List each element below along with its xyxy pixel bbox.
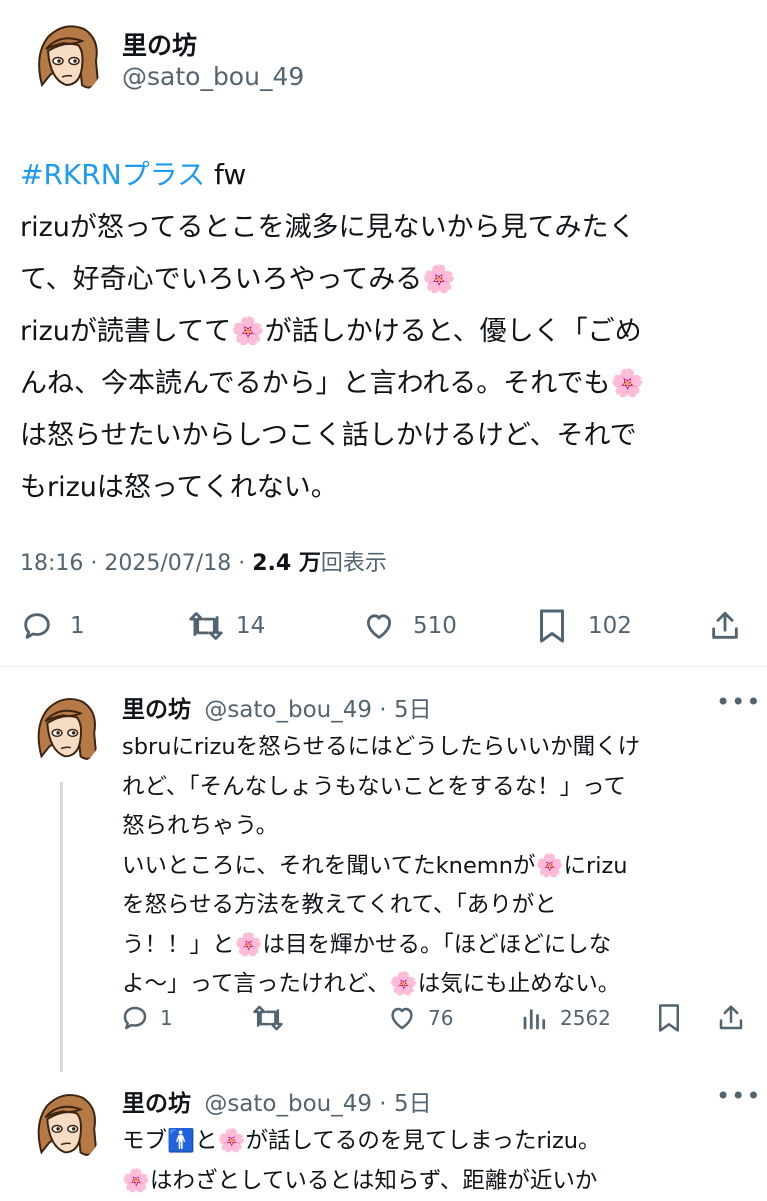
reply-header: 里の坊 @sato_bou_49 · 5日 xyxy=(122,1084,432,1118)
view-label: 回表示 xyxy=(320,551,387,576)
reply-button[interactable]: 1 xyxy=(20,608,85,644)
bookmark-button[interactable]: 102 xyxy=(536,608,632,644)
reply-bookmark-button[interactable] xyxy=(656,1002,682,1034)
retweet-icon xyxy=(253,1005,283,1031)
tweet-meta: 18:16 · 2025/07/18 · 2.4 万回表示 xyxy=(20,545,387,577)
reply-reply-count: 1 xyxy=(160,1006,173,1030)
dot-separator: · xyxy=(372,697,394,723)
tweet-date[interactable]: 2025/07/18 xyxy=(104,551,231,576)
hashtag-suffix: fw xyxy=(205,158,247,191)
avatar-illustration xyxy=(20,15,104,99)
reply-views-button[interactable]: 2562 xyxy=(520,1002,611,1034)
bookmark-icon xyxy=(659,1004,679,1032)
tweet-body: rizuが怒ってるとこを滅多に見ないから見てみたく て、好奇心でいろいろやってみ… xyxy=(20,212,645,503)
analytics-icon xyxy=(523,1009,546,1030)
tweet-hashtag-line: #RKRNプラス fw xyxy=(20,153,246,193)
reply-retweet-button[interactable] xyxy=(252,1002,284,1034)
avatar-illustration xyxy=(20,1084,102,1166)
reply-display-name[interactable]: 里の坊 xyxy=(122,1091,191,1117)
author-display-name[interactable]: 里の坊 xyxy=(122,26,197,62)
reply-avatar[interactable] xyxy=(20,1084,102,1166)
reply-header: 里の坊 @sato_bou_49 · 5日 xyxy=(122,690,432,724)
reply-view-count: 2562 xyxy=(560,1006,611,1030)
author-handle[interactable]: @sato_bou_49 xyxy=(122,62,304,91)
retweet-button[interactable]: 14 xyxy=(188,608,265,644)
bookmark-icon xyxy=(540,609,564,643)
reply-icon xyxy=(24,613,50,639)
reply-handle[interactable]: @sato_bou_49 xyxy=(204,697,372,723)
reply-share-button[interactable] xyxy=(716,1002,746,1034)
author-avatar[interactable] xyxy=(20,15,104,99)
reply-icon xyxy=(123,1006,147,1030)
dot-separator: · xyxy=(83,551,105,576)
reply-age[interactable]: 5日 xyxy=(394,697,432,723)
reply-age[interactable]: 5日 xyxy=(394,1091,432,1117)
view-count: 2.4 万 xyxy=(252,551,321,576)
reply-body: sbruにrizuを怒らせるにはどうしたらいいか聞くけ れど、「そんなしょうもな… xyxy=(122,734,641,997)
dot-separator: · xyxy=(372,1091,394,1117)
hashtag-link[interactable]: #RKRNプラス xyxy=(20,158,205,191)
more-options-icon[interactable]: ••• xyxy=(716,1082,761,1110)
reply-count: 1 xyxy=(70,613,85,639)
dot-separator: · xyxy=(231,551,253,576)
heart-icon xyxy=(391,1007,413,1030)
retweet-icon xyxy=(189,612,223,640)
reply-like-count: 76 xyxy=(428,1006,454,1030)
share-button[interactable] xyxy=(708,608,742,644)
thread-line xyxy=(60,782,63,1072)
reply-like-button[interactable]: 76 xyxy=(386,1002,453,1034)
reply-avatar[interactable] xyxy=(20,688,102,770)
bookmark-count: 102 xyxy=(588,613,632,639)
reply-body: モブ🚹と🌸が話してるのを見てしまったrizu。 🌸はわざとしているとは知らず、距… xyxy=(122,1128,601,1194)
tweet-time[interactable]: 18:16 xyxy=(20,551,83,576)
reply-reply-button[interactable]: 1 xyxy=(120,1002,173,1034)
share-icon xyxy=(712,611,738,639)
like-count: 510 xyxy=(413,613,457,639)
tweet-divider xyxy=(0,666,767,667)
heart-icon xyxy=(366,614,392,639)
reply-handle[interactable]: @sato_bou_49 xyxy=(204,1091,372,1117)
share-icon xyxy=(719,1005,743,1030)
reply-display-name[interactable]: 里の坊 xyxy=(122,697,191,723)
more-options-icon[interactable]: ••• xyxy=(716,688,761,716)
retweet-count: 14 xyxy=(236,613,266,639)
avatar-illustration xyxy=(20,688,102,770)
like-button[interactable]: 510 xyxy=(361,608,457,644)
